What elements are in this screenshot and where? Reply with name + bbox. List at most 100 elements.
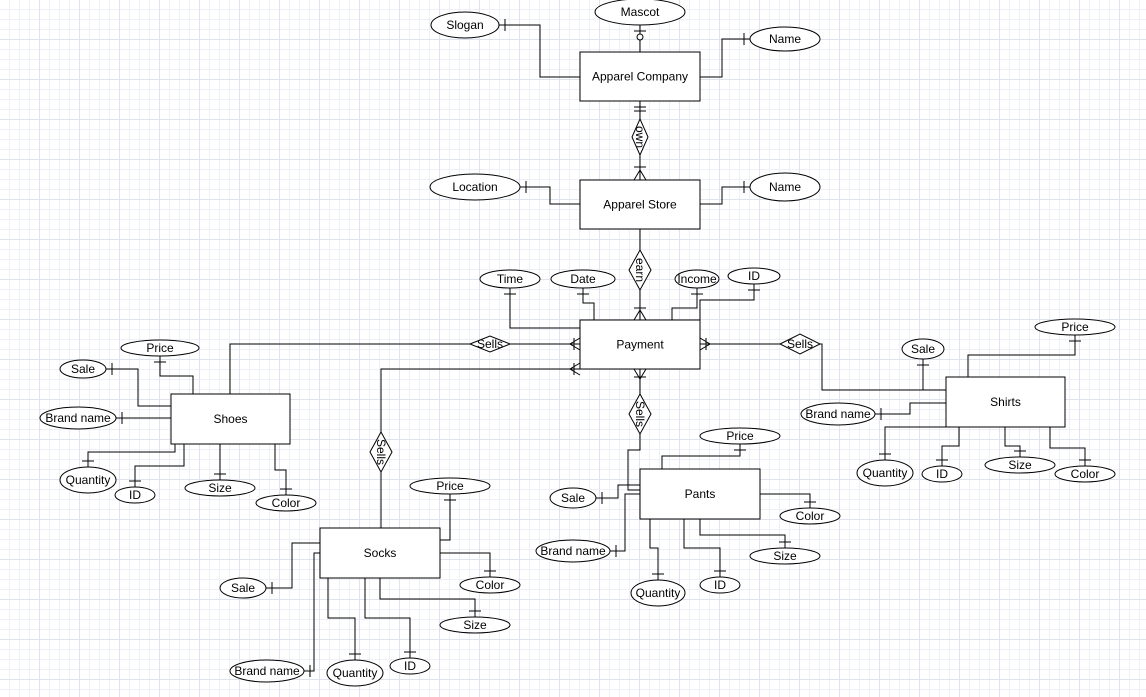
edge-earn-payment[interactable]: [633, 290, 647, 321]
entity-pants[interactable]: Pants: [639, 468, 761, 520]
edge-shirts-price[interactable]: [967, 335, 1081, 377]
attribute-socks-price[interactable]: Price: [409, 477, 491, 495]
edge-payment-income[interactable]: [671, 288, 703, 320]
attribute-shirts-id[interactable]: ID: [921, 465, 963, 483]
edge-store-name[interactable]: [700, 181, 750, 205]
relationship-sells-shirts[interactable]: Sells: [778, 333, 822, 355]
attribute-pants-quantity[interactable]: Quantity: [630, 579, 686, 607]
edge-payment-sells-pants[interactable]: [633, 368, 647, 394]
edge-company-name[interactable]: [700, 33, 750, 78]
attribute-shoes-price[interactable]: Price: [120, 339, 200, 357]
attribute-pants-brand[interactable]: Brand name: [535, 539, 611, 563]
attribute-payment-income[interactable]: Income: [674, 269, 720, 289]
attribute-shoes-quantity[interactable]: Quantity: [59, 466, 117, 494]
attribute-pants-price[interactable]: Price: [699, 427, 781, 445]
edge-payment-date[interactable]: [577, 288, 595, 320]
attribute-label: Price: [726, 429, 754, 443]
edge-shoes-color[interactable]: [274, 444, 292, 495]
edge-shirts-brand[interactable]: [875, 402, 946, 420]
edge-own-store[interactable]: [633, 155, 647, 181]
attribute-payment-date[interactable]: Date: [550, 269, 616, 289]
edge-shirts-id[interactable]: [936, 427, 960, 466]
edge-company-mascot[interactable]: [634, 25, 646, 52]
attribute-company-slogan[interactable]: Slogan: [430, 11, 500, 39]
edge-sells-pants[interactable]: [627, 434, 641, 491]
edge-shoes-size[interactable]: [214, 444, 226, 480]
attribute-socks-id[interactable]: ID: [389, 657, 431, 675]
attribute-store-location[interactable]: Location: [429, 173, 521, 201]
edge-payment-id[interactable]: [699, 284, 760, 320]
edge-shirts-size[interactable]: [1004, 427, 1026, 457]
entity-socks[interactable]: Socks: [319, 527, 441, 579]
attribute-company-mascot[interactable]: Mascot: [594, 0, 686, 26]
edge-socks-price[interactable]: [440, 494, 456, 541]
attribute-shirts-quantity[interactable]: Quantity: [856, 459, 914, 487]
edge-shirts-color[interactable]: [1049, 427, 1091, 466]
attribute-label: Quantity: [333, 666, 378, 680]
attribute-shoes-color[interactable]: Color: [255, 494, 317, 512]
edge-shoes-quantity[interactable]: [82, 444, 176, 467]
attribute-company-name[interactable]: Name: [749, 26, 821, 52]
attribute-payment-time[interactable]: Time: [479, 269, 541, 289]
edge-payment-time[interactable]: [504, 288, 580, 329]
attribute-shirts-brand[interactable]: Brand name: [800, 402, 876, 426]
edge-shirts-quantity[interactable]: [879, 426, 946, 460]
edge-shoes-id[interactable]: [129, 444, 185, 487]
edge-pants-brand[interactable]: [610, 493, 640, 557]
attribute-socks-brand[interactable]: Brand name: [229, 659, 305, 683]
relationship-sells-pants[interactable]: Sells: [628, 392, 652, 436]
edge-payment-sells-socks[interactable]: [380, 362, 581, 432]
entity-shoes[interactable]: Shoes: [170, 393, 291, 445]
relationship-earn[interactable]: earn: [628, 248, 652, 292]
attribute-socks-sale[interactable]: Sale: [219, 577, 267, 599]
edge-socks-sale[interactable]: [266, 542, 320, 594]
attribute-shirts-color[interactable]: Color: [1054, 465, 1116, 483]
edge-shoes-sale[interactable]: [106, 363, 171, 407]
attribute-label: ID: [748, 269, 760, 283]
edge-sells-payment-shoes[interactable]: [510, 337, 581, 351]
edge-pants-quantity[interactable]: [649, 519, 664, 580]
edge-shoes-brand[interactable]: [116, 412, 171, 424]
edge-pants-color[interactable]: [760, 493, 816, 508]
relationship-label: Sells: [633, 401, 647, 427]
edge-socks-color[interactable]: [440, 552, 496, 577]
edge-socks-id[interactable]: [364, 578, 416, 658]
relationship-sells-socks[interactable]: Sells: [369, 430, 393, 474]
entity-shirts[interactable]: Shirts: [945, 376, 1066, 428]
attribute-label: ID: [129, 488, 141, 502]
attribute-pants-size[interactable]: Size: [749, 547, 821, 565]
attribute-pants-color[interactable]: Color: [779, 507, 841, 525]
attribute-pants-id[interactable]: ID: [699, 576, 741, 594]
edge-pants-price[interactable]: [661, 444, 746, 469]
attribute-shoes-sale[interactable]: Sale: [59, 359, 107, 379]
attribute-shoes-brand[interactable]: Brand name: [39, 406, 117, 430]
edge-socks-quantity[interactable]: [327, 578, 361, 660]
edge-socks-brand[interactable]: [304, 552, 320, 677]
relationship-sells-shoes[interactable]: Sells: [468, 335, 512, 353]
entity-apparel-store[interactable]: Apparel Store: [579, 179, 701, 230]
attribute-label: ID: [936, 467, 948, 481]
attribute-socks-size[interactable]: Size: [439, 616, 511, 634]
attribute-shirts-size[interactable]: Size: [984, 456, 1056, 474]
attribute-store-name[interactable]: Name: [749, 172, 821, 202]
attribute-shoes-id[interactable]: ID: [114, 486, 156, 504]
attribute-label: Color: [476, 578, 505, 592]
entity-apparel-company[interactable]: Apparel Company: [579, 51, 701, 102]
relationship-own[interactable]: own: [631, 117, 649, 157]
attribute-pants-sale[interactable]: Sale: [549, 487, 597, 509]
attribute-shirts-sale[interactable]: Sale: [901, 338, 945, 360]
edge-shoes-price[interactable]: [154, 356, 194, 394]
edge-pants-size[interactable]: [699, 519, 791, 548]
attribute-payment-id[interactable]: ID: [727, 267, 781, 285]
edge-sells-payment-shirts[interactable]: [699, 337, 780, 351]
attribute-shoes-size[interactable]: Size: [184, 479, 256, 497]
attribute-socks-quantity[interactable]: Quantity: [326, 659, 384, 687]
edge-store-location[interactable]: [520, 181, 580, 205]
attribute-socks-color[interactable]: Color: [459, 576, 521, 594]
edge-shirts-sale[interactable]: [917, 359, 946, 391]
attribute-shirts-price[interactable]: Price: [1034, 318, 1116, 336]
edge-company-own[interactable]: [634, 101, 646, 119]
entity-payment[interactable]: Payment: [579, 319, 701, 370]
edge-pants-id[interactable]: [683, 519, 726, 577]
edge-company-slogan[interactable]: [499, 19, 580, 78]
